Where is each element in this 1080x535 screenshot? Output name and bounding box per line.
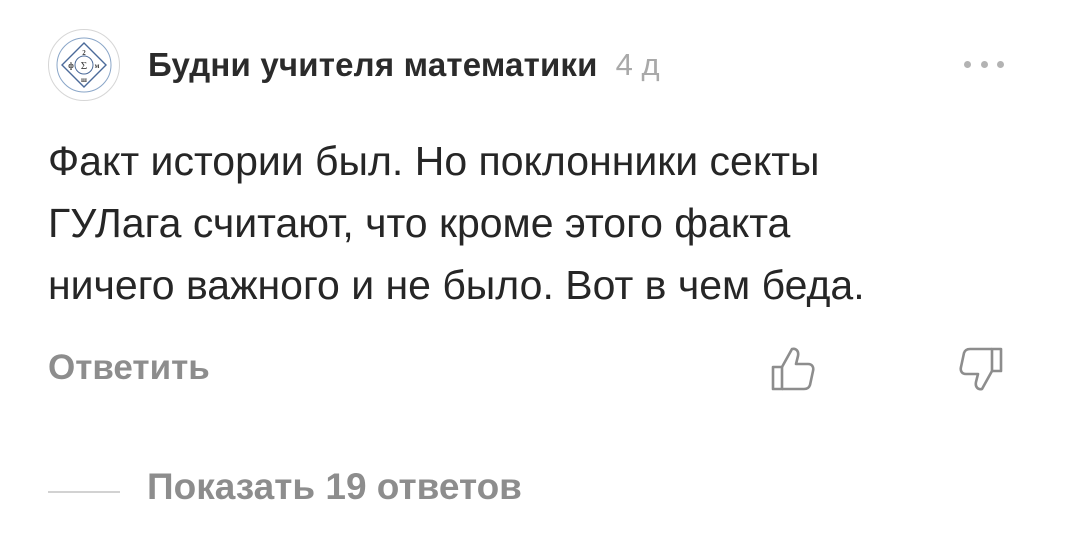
comment: 2 ф Σ м ш Будни учителя математики 4 д Ф… [0,0,1080,535]
dot [964,60,971,68]
dislike-button[interactable] [956,345,1006,393]
comment-text: Факт истории был. Но поклонники секты ГУ… [48,130,1048,316]
dot [997,60,1004,68]
show-replies-button[interactable]: Показать 19 ответов [147,466,522,508]
comment-header: 2 ф Σ м ш Будни учителя математики 4 д [48,29,660,101]
logo-letter-center: Σ [81,60,87,72]
reply-button[interactable]: Ответить [48,348,210,388]
like-button[interactable] [768,345,818,393]
thumbs-up-icon [771,347,815,391]
dot [980,60,988,68]
author-name[interactable]: Будни учителя математики [148,46,598,84]
logo-letter-bottom: ш [81,76,87,84]
logo-letter-right: м [95,62,100,70]
comment-text-line: ГУЛага считают, что кроме этого факта [48,200,791,246]
logo-letter-left: ф [68,61,74,70]
thumbs-down-icon [959,347,1003,391]
divider [48,491,120,493]
more-dots-icon[interactable] [964,52,1004,76]
comment-time: 4 д [615,47,660,82]
logo-letter-top: 2 [82,49,86,57]
comment-text-line: Факт истории был. Но поклонники секты [48,138,820,184]
logo-icon: 2 ф Σ м ш [56,37,112,93]
avatar[interactable]: 2 ф Σ м ш [48,29,120,101]
comment-text-line: ничего важного и не было. Вот в чем беда… [48,262,865,308]
